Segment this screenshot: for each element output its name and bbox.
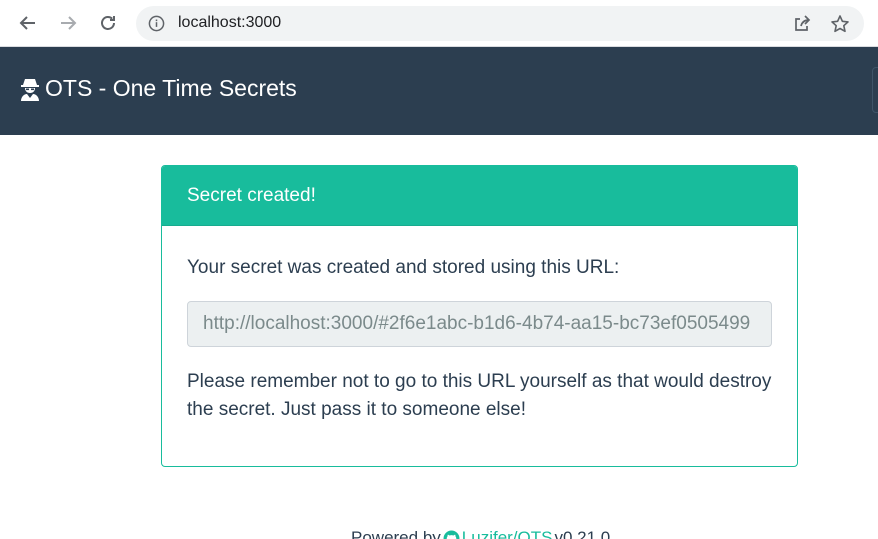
navbar-toggle-button[interactable] (872, 67, 878, 113)
navbar-brand[interactable]: OTS - One Time Secrets (19, 75, 297, 102)
forward-button[interactable] (54, 9, 82, 37)
arrow-right-icon (61, 16, 77, 30)
reload-icon (101, 16, 115, 30)
browser-toolbar: localhost:3000 (0, 0, 878, 47)
info-icon[interactable] (148, 15, 165, 32)
secret-created-card: Secret created! Your secret was created … (161, 165, 798, 467)
github-link[interactable]: Luzifer/OTS (462, 528, 553, 539)
navbar-title: OTS - One Time Secrets (45, 75, 297, 101)
app-navbar: OTS - One Time Secrets (0, 47, 878, 135)
arrow-left-icon (19, 16, 35, 30)
footer: Powered by Luzifer/OTS v0.21.0 (351, 528, 610, 539)
footer-prefix: Powered by (351, 528, 441, 539)
share-icon[interactable] (792, 14, 812, 34)
url-text[interactable]: localhost:3000 (178, 14, 281, 32)
secret-url-field[interactable]: http://localhost:3000/#2f6e1abc-b1d6-4b7… (187, 301, 772, 347)
intro-text: Your secret was created and stored using… (187, 257, 620, 278)
footer-version: v0.21.0 (554, 528, 611, 539)
user-secret-icon (21, 78, 39, 101)
star-icon[interactable] (830, 14, 850, 34)
address-bar[interactable]: localhost:3000 (136, 6, 864, 41)
reload-button[interactable] (94, 9, 122, 37)
card-body: Your secret was created and stored using… (162, 226, 797, 424)
card-header: Secret created! (162, 166, 797, 226)
warning-text: Please remember not to go to this URL yo… (187, 371, 772, 420)
back-button[interactable] (14, 9, 42, 37)
github-icon (443, 530, 460, 539)
